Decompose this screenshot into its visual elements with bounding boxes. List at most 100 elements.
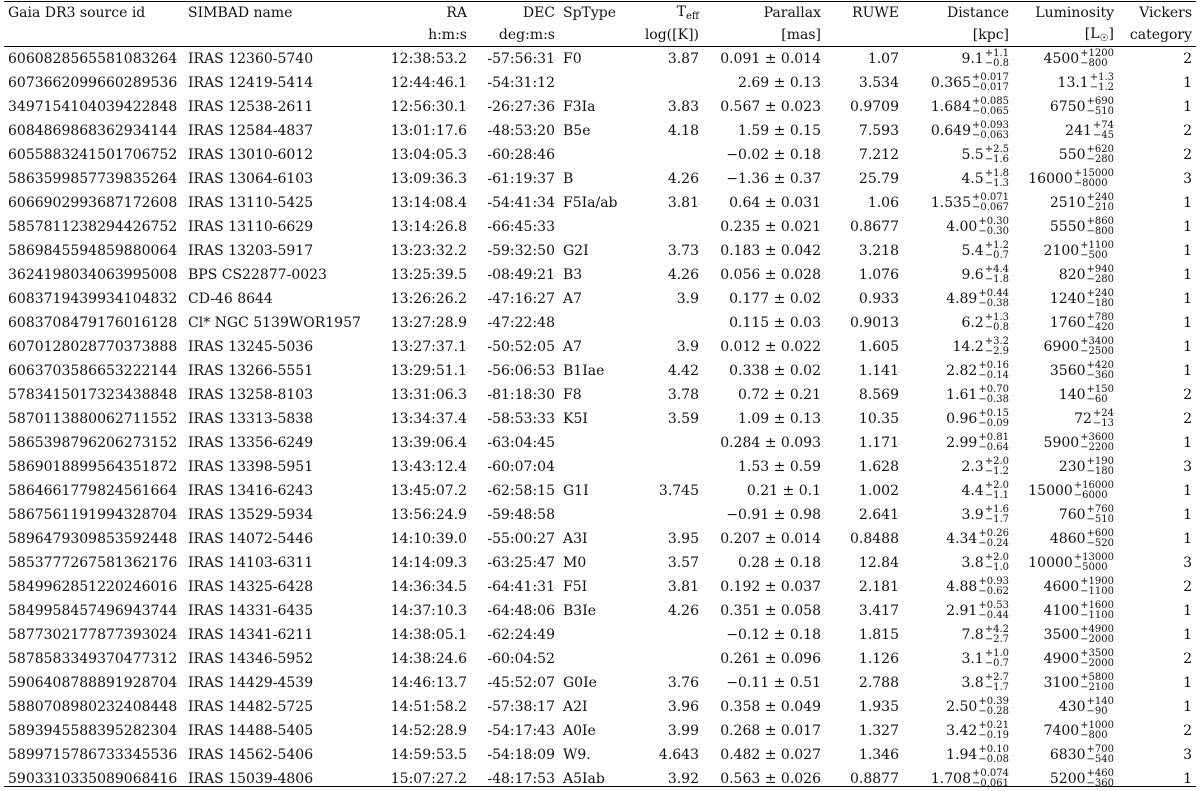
table-row: 5906408788891928704IRAS 14429-453914:46:… — [4, 671, 1196, 695]
cell-dec: -64:48:06 — [471, 599, 559, 623]
cell-simbad-name: IRAS 13110-6629 — [184, 215, 379, 239]
cell-luminosity: 2100+1100−500 — [1013, 239, 1118, 263]
luminosity-lower-error: −2100 — [1080, 683, 1114, 693]
cell-luminosity: 6830+700−540 — [1013, 743, 1118, 767]
cell-sptype: A5Iab — [559, 767, 635, 791]
luminosity-value: 6830 — [1050, 747, 1086, 763]
cell-teff: 3.87 — [635, 47, 703, 72]
cell-parallax: 0.091 ± 0.014 — [703, 47, 825, 72]
cell-ra: 14:59:53.5 — [379, 743, 471, 767]
cell-distance: 6.2+1.3−0.8 — [903, 311, 1013, 335]
distance-errors: +1.2−0.7 — [985, 241, 1009, 261]
cell-gaia-id: 5893945588395282304 — [4, 719, 184, 743]
luminosity-value: 3100 — [1044, 675, 1080, 691]
luminosity-lower-error: −2500 — [1080, 347, 1114, 357]
cell-teff: 3.59 — [635, 407, 703, 431]
cell-ruwe: 1.171 — [825, 431, 903, 455]
cell-dec: -48:53:20 — [471, 119, 559, 143]
cell-teff — [635, 71, 703, 95]
distance-lower-error: −1.7 — [985, 515, 1009, 525]
distance-lower-error: −0.7 — [985, 251, 1009, 261]
table-row: 5880708980232408448IRAS 14482-572514:51:… — [4, 695, 1196, 719]
cell-ra: 12:44:46.1 — [379, 71, 471, 95]
distance-value: 4.00 — [946, 219, 977, 235]
cell-ra: 13:29:51.1 — [379, 359, 471, 383]
distance-errors: +0.26−0.24 — [978, 529, 1009, 549]
cell-gaia-id: 3497154104039422848 — [4, 95, 184, 119]
distance-value: 1.708 — [931, 771, 971, 787]
distance-errors: +0.93−0.62 — [978, 577, 1009, 597]
luminosity-errors: +860−800 — [1087, 217, 1114, 237]
cell-teff: 3.9 — [635, 335, 703, 359]
cell-simbad-name: IRAS 14103-6311 — [184, 551, 379, 575]
cell-distance: 4.4+2.0−1.1 — [903, 479, 1013, 503]
cell-teff: 3.81 — [635, 575, 703, 599]
cell-dec: -55:00:27 — [471, 527, 559, 551]
unit-teff: log([K]) — [635, 24, 703, 47]
cell-sptype — [559, 311, 635, 335]
distance-value: 0.96 — [946, 411, 977, 427]
table-row: 3624198034063995008BPS CS22877-002313:25… — [4, 263, 1196, 287]
cell-luminosity: 430+140−90 — [1013, 695, 1118, 719]
cell-vickers-category: 1 — [1118, 71, 1196, 95]
luminosity-lower-error: −60 — [1087, 395, 1114, 405]
table-row: 6073662099660289536IRAS 12419-541412:44:… — [4, 71, 1196, 95]
distance-errors: +1.6−1.7 — [985, 505, 1009, 525]
cell-distance: 4.5+1.8−1.3 — [903, 167, 1013, 191]
cell-ruwe: 2.641 — [825, 503, 903, 527]
cell-gaia-id: 5864661779824561664 — [4, 479, 184, 503]
distance-lower-error: −0.44 — [978, 611, 1009, 621]
cell-dec: -62:24:49 — [471, 623, 559, 647]
cell-luminosity: 4100+1600−1100 — [1013, 599, 1118, 623]
table-row: 5783415017323438848IRAS 13258-810313:31:… — [4, 383, 1196, 407]
cell-parallax: 0.284 ± 0.093 — [703, 431, 825, 455]
distance-errors: +0.071−0.067 — [972, 193, 1009, 213]
table-row: 5865398796206273152IRAS 13356-624913:39:… — [4, 431, 1196, 455]
cell-teff: 3.99 — [635, 719, 703, 743]
cell-ruwe: 1.815 — [825, 623, 903, 647]
luminosity-lower-error: −1.2 — [1090, 83, 1114, 93]
luminosity-lower-error: −1100 — [1080, 611, 1114, 621]
distance-errors: +1.1−0.8 — [985, 49, 1009, 69]
cell-teff: 4.26 — [635, 167, 703, 191]
cell-luminosity: 3100+5800−2100 — [1013, 671, 1118, 695]
distance-errors: +0.39−0.28 — [978, 697, 1009, 717]
luminosity-value: 15000 — [1028, 483, 1073, 499]
cell-simbad-name: Cl* NGC 5139WOR1957 — [184, 311, 379, 335]
luminosity-errors: +140−90 — [1087, 697, 1114, 717]
cell-dec: -61:19:37 — [471, 167, 559, 191]
luminosity-lower-error: −520 — [1087, 539, 1114, 549]
cell-teff: 3.57 — [635, 551, 703, 575]
distance-errors: +0.44−0.38 — [978, 289, 1009, 309]
cell-sptype: A7 — [559, 335, 635, 359]
cell-parallax: −0.91 ± 0.98 — [703, 503, 825, 527]
cell-teff: 3.9 — [635, 287, 703, 311]
luminosity-errors: +760−510 — [1087, 505, 1114, 525]
cell-teff: 3.76 — [635, 671, 703, 695]
cell-luminosity: 13.1+1.3−1.2 — [1013, 71, 1118, 95]
cell-ra: 12:56:30.1 — [379, 95, 471, 119]
col-header-dec: DEC — [471, 2, 559, 24]
luminosity-value: 72 — [1074, 411, 1092, 427]
cell-distance: 5.4+1.2−0.7 — [903, 239, 1013, 263]
luminosity-lower-error: −510 — [1087, 107, 1114, 117]
cell-dec: -57:56:31 — [471, 47, 559, 72]
unit-sptype — [559, 24, 635, 47]
col-header-sptype: SpType — [559, 2, 635, 24]
distance-value: 7.8 — [961, 627, 983, 643]
unit-lum-open: [L — [1085, 26, 1100, 42]
cell-distance: 2.3+2.0−1.2 — [903, 455, 1013, 479]
cell-gaia-id: 6073662099660289536 — [4, 71, 184, 95]
luminosity-errors: +420−360 — [1087, 361, 1114, 381]
cell-luminosity: 72+24−13 — [1013, 407, 1118, 431]
data-table: Gaia DR3 source id SIMBAD name RA DEC Sp… — [4, 2, 1196, 791]
distance-errors: +0.15−0.09 — [978, 409, 1009, 429]
unit-lum-close: ] — [1109, 26, 1114, 42]
cell-gaia-id: 5857811238294426752 — [4, 215, 184, 239]
cell-ra: 13:39:06.4 — [379, 431, 471, 455]
cell-distance: 9.1+1.1−0.8 — [903, 47, 1013, 72]
distance-lower-error: −0.38 — [978, 395, 1009, 405]
cell-gaia-id: 5869845594859880064 — [4, 239, 184, 263]
distance-lower-error: −0.8 — [985, 59, 1009, 69]
cell-luminosity: 5550+860−800 — [1013, 215, 1118, 239]
